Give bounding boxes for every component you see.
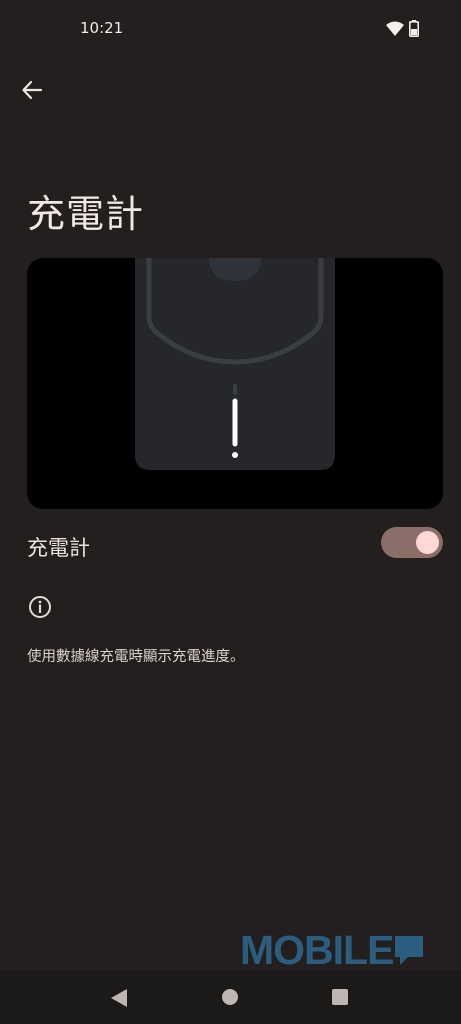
toggle-thumb — [416, 531, 439, 554]
status-bar: 10:21 — [0, 0, 461, 58]
mobile-watermark: MOBILE — [240, 926, 424, 973]
battery-icon — [409, 20, 419, 37]
navigation-bar — [0, 970, 461, 1024]
status-clock: 10:21 — [80, 19, 124, 37]
phone-charging-illustration — [135, 258, 335, 470]
charging-illustration — [27, 258, 443, 509]
nav-home-icon[interactable] — [222, 989, 238, 1005]
charging-meter-label: 充電計 — [27, 536, 90, 560]
nav-back-icon[interactable] — [108, 987, 130, 1009]
charging-meter-toggle[interactable] — [381, 527, 443, 558]
back-button[interactable] — [16, 74, 48, 106]
page-title: 充電計 — [27, 192, 145, 236]
charging-meter-description: 使用數據線充電時顯示充電進度。 — [27, 649, 245, 665]
speech-bubble-icon — [395, 936, 424, 965]
arrow-back-icon — [22, 80, 43, 100]
watermark-text: MOBILE — [240, 926, 394, 973]
charging-meter-setting-row[interactable]: 充電計 — [0, 512, 461, 574]
info-icon — [29, 596, 51, 618]
nav-recents-icon[interactable] — [332, 989, 348, 1005]
wifi-icon — [386, 21, 404, 36]
